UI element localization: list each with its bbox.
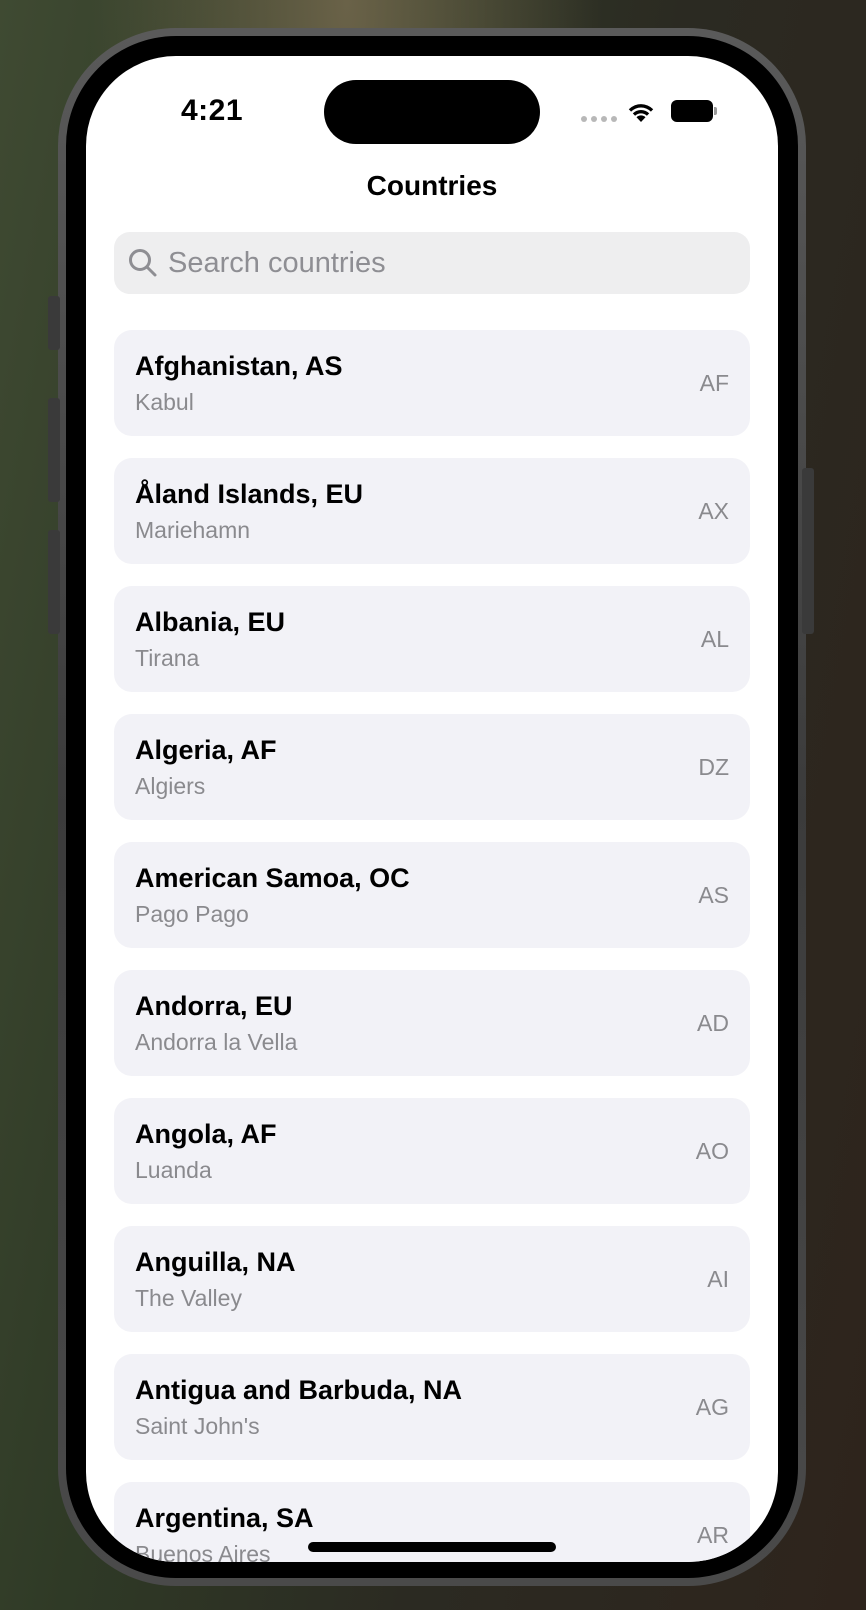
list-item[interactable]: Antigua and Barbuda, NA Saint John's AG — [114, 1354, 750, 1460]
country-name: Algeria, AF — [135, 735, 277, 765]
list-item[interactable]: Andorra, EU Andorra la Vella AD — [114, 970, 750, 1076]
wifi-icon — [626, 100, 656, 124]
page-title: Countries — [366, 170, 498, 201]
battery-icon — [671, 100, 717, 122]
list-item[interactable]: Albania, EU Tirana AL — [114, 586, 750, 692]
country-code: DZ — [698, 754, 729, 780]
country-code: AR — [697, 1522, 729, 1548]
country-capital: The Valley — [135, 1285, 242, 1311]
list-item[interactable]: Algeria, AF Algiers DZ — [114, 714, 750, 820]
country-name: Angola, AF — [135, 1119, 277, 1149]
country-capital: Pago Pago — [135, 901, 249, 927]
list-item[interactable]: Åland Islands, EU Mariehamn AX — [114, 458, 750, 564]
power-button — [802, 468, 814, 634]
country-name: Antigua and Barbuda, NA — [135, 1375, 463, 1405]
country-capital: Luanda — [135, 1157, 212, 1183]
status-bar-time: 4:21 — [181, 94, 244, 127]
country-name: Afghanistan, AS — [135, 351, 343, 381]
country-code: AF — [699, 370, 729, 396]
country-name: Åland Islands, EU — [135, 479, 364, 509]
country-code: AG — [695, 1394, 729, 1420]
country-code: AD — [697, 1010, 729, 1036]
action-button — [48, 296, 60, 350]
volume-up-button — [48, 398, 60, 502]
app-screen: 4:21 Countries Afghanistan, AS Kabul — [86, 56, 778, 1562]
list-item[interactable]: Afghanistan, AS Kabul AF — [114, 330, 750, 436]
country-name: American Samoa, OC — [135, 863, 410, 893]
country-code: AL — [700, 626, 729, 652]
country-capital: Algiers — [135, 773, 206, 799]
country-name: Argentina, SA — [135, 1503, 314, 1533]
cellular-signal-icon — [581, 116, 617, 124]
list-item[interactable]: Anguilla, NA The Valley AI — [114, 1226, 750, 1332]
country-code: AO — [695, 1138, 729, 1164]
country-capital: Kabul — [135, 389, 194, 415]
country-code: AX — [698, 498, 729, 524]
country-capital: Saint John's — [135, 1413, 260, 1439]
search-icon — [127, 247, 159, 279]
home-indicator[interactable] — [308, 1542, 556, 1552]
dynamic-island — [324, 80, 540, 144]
country-code: AI — [707, 1266, 729, 1292]
country-code: AS — [698, 882, 729, 908]
search-bar[interactable] — [114, 232, 750, 294]
list-item[interactable]: American Samoa, OC Pago Pago AS — [114, 842, 750, 948]
search-input[interactable] — [168, 232, 728, 294]
country-name: Albania, EU — [135, 607, 286, 637]
country-capital: Mariehamn — [135, 517, 251, 543]
country-capital: Tirana — [135, 645, 200, 671]
country-name: Anguilla, NA — [135, 1247, 296, 1277]
volume-down-button — [48, 530, 60, 634]
country-name: Andorra, EU — [135, 991, 293, 1021]
country-capital: Andorra la Vella — [135, 1029, 298, 1055]
country-list: Afghanistan, AS Kabul AF Åland Islands, … — [114, 330, 750, 1562]
list-item[interactable]: Angola, AF Luanda AO — [114, 1098, 750, 1204]
